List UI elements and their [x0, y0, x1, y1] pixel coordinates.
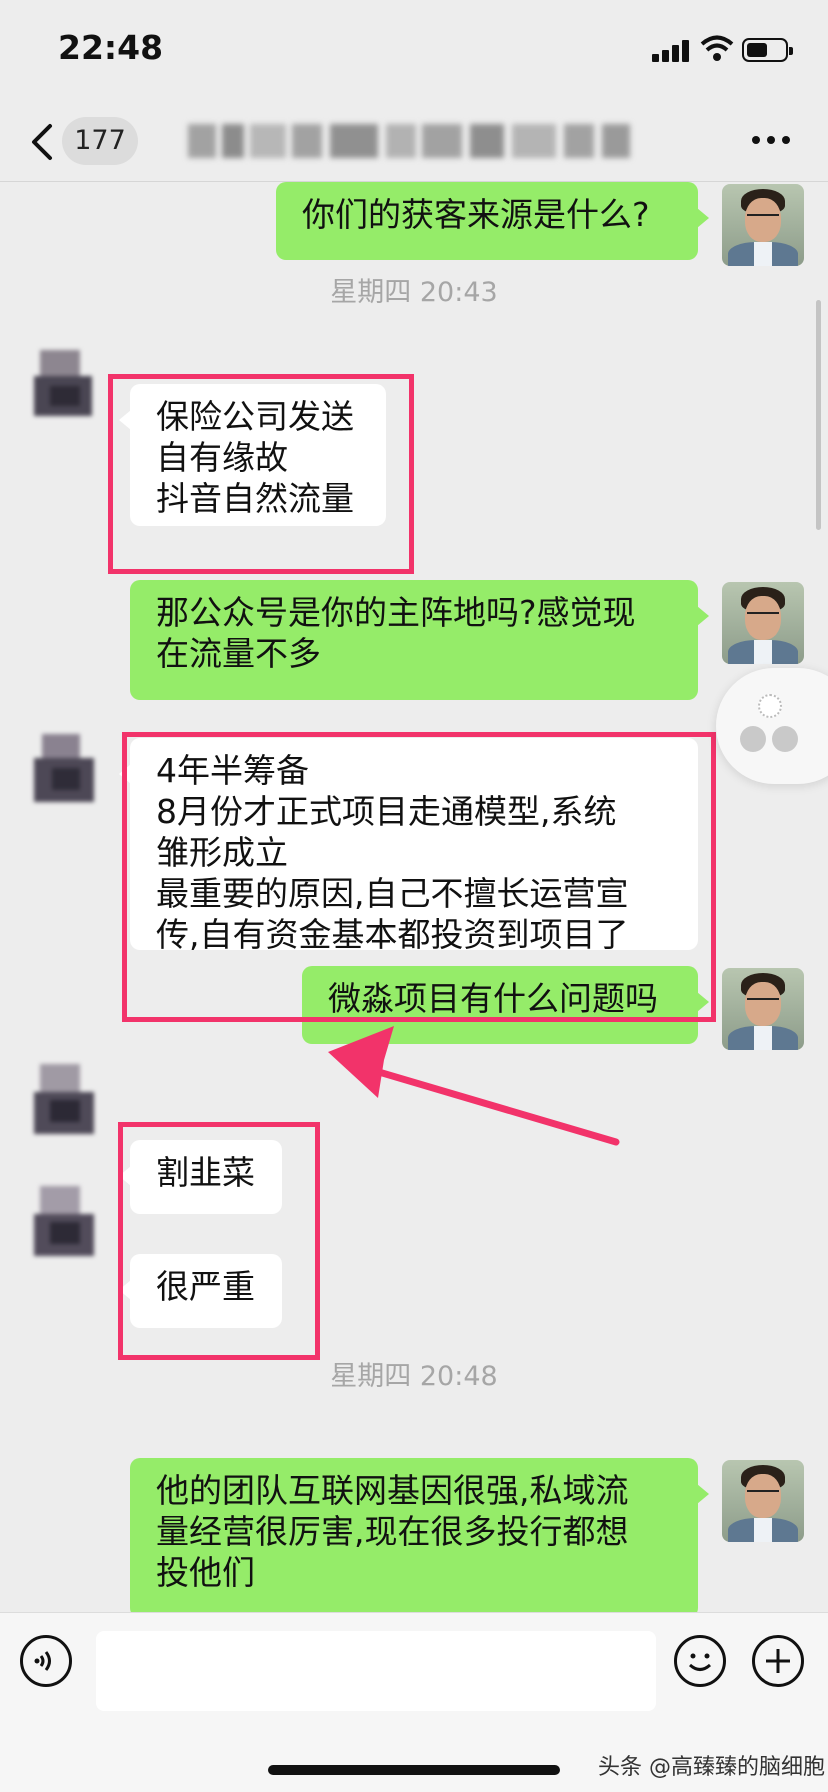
emoji-icon[interactable] — [674, 1635, 726, 1687]
avatar[interactable] — [24, 728, 106, 810]
home-indicator[interactable] — [268, 1765, 560, 1775]
floating-ball-icon — [758, 694, 782, 718]
message-bubble-outgoing[interactable]: 那公众号是你的主阵地吗?感觉现 在流量不多 — [130, 580, 709, 700]
message-timestamp: 星期四 20:43 — [330, 277, 498, 308]
avatar[interactable] — [722, 582, 804, 664]
more-options-icon[interactable] — [752, 136, 792, 146]
avatar[interactable] — [24, 1182, 106, 1264]
highlight-box — [118, 1122, 320, 1360]
wifi-icon — [700, 34, 734, 62]
avatar[interactable] — [722, 968, 804, 1050]
message-bubble-outgoing[interactable]: 你们的获客来源是什么? — [276, 182, 709, 260]
link-icon — [740, 726, 766, 752]
chat-header: 177 — [0, 100, 828, 182]
input-bar: 头条 @高臻臻的脑细胞 — [0, 1612, 828, 1792]
add-attachment-icon[interactable] — [752, 1635, 804, 1687]
cellular-signal-icon — [652, 40, 694, 62]
avatar[interactable] — [722, 1460, 804, 1542]
battery-icon — [742, 38, 793, 62]
message-text-input[interactable] — [96, 1631, 656, 1711]
message-bubble-outgoing[interactable]: 他的团队互联网基因很强,私域流 量经营很厉害,现在很多投行都想 投他们 — [130, 1458, 709, 1612]
status-time: 22:48 — [58, 28, 164, 67]
scrollbar[interactable] — [816, 300, 821, 530]
voice-input-icon[interactable] — [20, 1635, 72, 1687]
avatar[interactable] — [722, 184, 804, 266]
watermark: 头条 @高臻臻的脑细胞 — [598, 1755, 825, 1780]
avatar[interactable] — [24, 1060, 106, 1142]
link-icon — [772, 726, 798, 752]
highlight-box — [122, 732, 716, 1022]
avatar[interactable] — [24, 342, 106, 424]
highlight-box — [108, 374, 414, 574]
blurred-chat-title — [188, 120, 648, 162]
back-chevron-icon[interactable] — [28, 122, 58, 162]
annotation-arrow-icon — [328, 1026, 620, 1146]
floating-window-widget[interactable] — [716, 668, 828, 784]
status-bar: 22:48 — [0, 0, 828, 100]
unread-count-badge[interactable]: 177 — [62, 117, 138, 165]
